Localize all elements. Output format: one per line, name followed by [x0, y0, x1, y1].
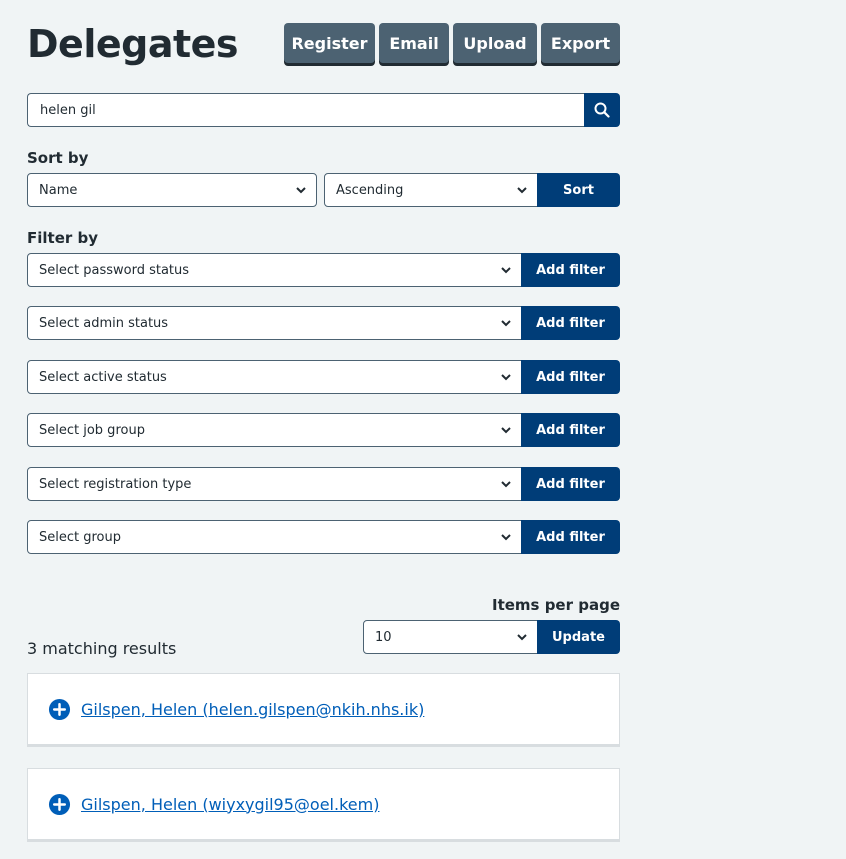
sort-field-value: Name [39, 182, 78, 198]
chevron-down-icon [501, 267, 511, 274]
search-button[interactable] [584, 93, 620, 127]
filter-by-label: Filter by [27, 229, 99, 247]
add-job-group-filter-button[interactable]: Add filter [521, 413, 620, 447]
admin-status-placeholder: Select admin status [39, 315, 169, 331]
job-group-select[interactable]: Select job group [27, 413, 522, 447]
items-per-page-label: Items per page [491, 596, 620, 614]
upload-button[interactable]: Upload [453, 23, 537, 63]
chevron-down-icon [501, 481, 511, 488]
add-registration-type-filter-button[interactable]: Add filter [521, 467, 620, 501]
search-bar [27, 93, 620, 127]
group-placeholder: Select group [39, 529, 121, 545]
password-status-placeholder: Select password status [39, 262, 190, 278]
group-select[interactable]: Select group [27, 520, 522, 554]
registration-type-select[interactable]: Select registration type [27, 467, 522, 501]
items-per-page-value: 10 [375, 629, 392, 645]
result-link[interactable]: Gilspen, Helen (wiyxygil95@oel.kem) [81, 795, 379, 814]
chevron-down-icon [517, 187, 527, 194]
email-button[interactable]: Email [379, 23, 449, 63]
chevron-down-icon [296, 187, 306, 194]
result-card: Gilspen, Helen (helen.gilspen@nkih.nhs.i… [27, 673, 620, 747]
plus-circle-icon[interactable] [48, 698, 71, 721]
password-status-select[interactable]: Select password status [27, 253, 522, 287]
sort-button[interactable]: Sort [537, 173, 620, 207]
result-card: Gilspen, Helen (wiyxygil95@oel.kem) [27, 768, 620, 842]
chevron-down-icon [501, 534, 511, 541]
chevron-down-icon [517, 634, 527, 641]
results-count: 3 matching results [27, 639, 177, 658]
search-icon [594, 102, 610, 118]
update-button[interactable]: Update [537, 620, 620, 654]
page-title: Delegates [27, 22, 239, 66]
register-button[interactable]: Register [284, 23, 375, 63]
active-status-placeholder: Select active status [39, 369, 167, 385]
plus-circle-icon[interactable] [48, 793, 71, 816]
search-input[interactable] [27, 93, 584, 127]
sort-by-label: Sort by [27, 149, 89, 167]
sort-direction-select[interactable]: Ascending [324, 173, 538, 207]
active-status-select[interactable]: Select active status [27, 360, 522, 394]
chevron-down-icon [501, 320, 511, 327]
chevron-down-icon [501, 374, 511, 381]
add-group-filter-button[interactable]: Add filter [521, 520, 620, 554]
add-active-status-filter-button[interactable]: Add filter [521, 360, 620, 394]
add-admin-status-filter-button[interactable]: Add filter [521, 306, 620, 340]
registration-type-placeholder: Select registration type [39, 476, 192, 492]
admin-status-select[interactable]: Select admin status [27, 306, 522, 340]
export-button[interactable]: Export [541, 23, 620, 63]
sort-field-select[interactable]: Name [27, 173, 317, 207]
add-password-status-filter-button[interactable]: Add filter [521, 253, 620, 287]
job-group-placeholder: Select job group [39, 422, 145, 438]
sort-direction-value: Ascending [336, 182, 404, 198]
result-link[interactable]: Gilspen, Helen (helen.gilspen@nkih.nhs.i… [81, 700, 424, 719]
action-buttons: Register Email Upload Export [284, 23, 620, 63]
items-per-page-select[interactable]: 10 [363, 620, 538, 654]
chevron-down-icon [501, 427, 511, 434]
